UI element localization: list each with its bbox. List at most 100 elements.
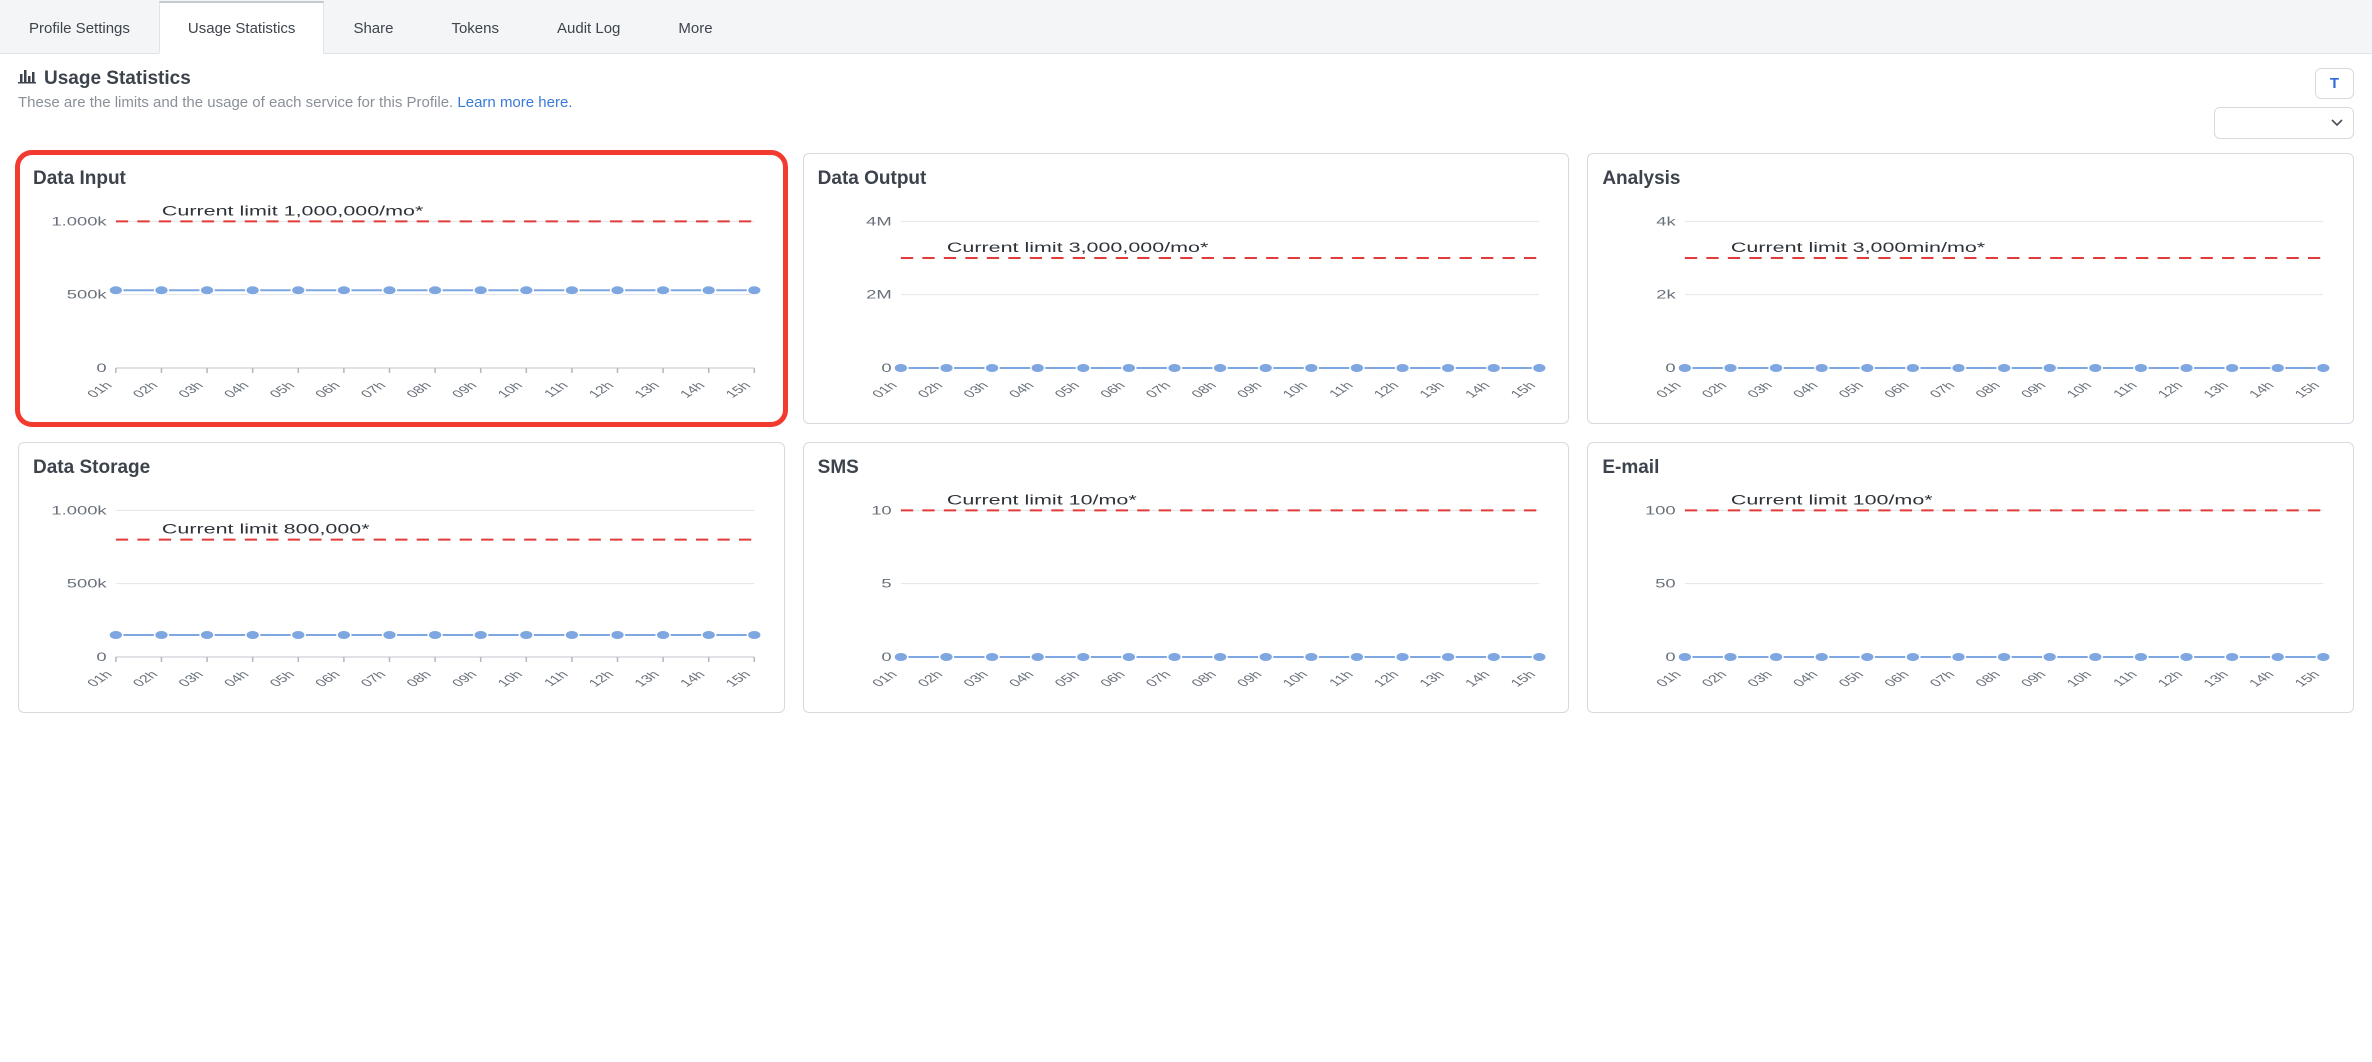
- svg-text:0: 0: [96, 362, 107, 375]
- chart-email: 05010001h02h03h04h05h06h07h08h09h10h11h1…: [1602, 493, 2339, 693]
- svg-text:10: 10: [871, 504, 892, 517]
- card-title: SMS: [818, 457, 1555, 479]
- svg-text:15h: 15h: [1507, 668, 1539, 689]
- svg-text:09h: 09h: [2018, 668, 2050, 689]
- tab-profile-settings[interactable]: Profile Settings: [0, 1, 159, 54]
- svg-text:08h: 08h: [403, 379, 435, 400]
- card-title: E-mail: [1602, 457, 2339, 479]
- tab-tokens[interactable]: Tokens: [422, 1, 528, 54]
- learn-more-link[interactable]: Learn more here.: [457, 94, 572, 111]
- svg-text:100: 100: [1645, 504, 1676, 517]
- range-dropdown[interactable]: [2214, 107, 2354, 139]
- chart-sms: 051001h02h03h04h05h06h07h08h09h10h11h12h…: [818, 493, 1555, 693]
- svg-text:14h: 14h: [677, 668, 709, 689]
- svg-text:13h: 13h: [1416, 668, 1448, 689]
- svg-text:05h: 05h: [266, 668, 298, 689]
- svg-text:12h: 12h: [1370, 668, 1402, 689]
- svg-text:0: 0: [1666, 362, 1677, 375]
- tab-audit-log[interactable]: Audit Log: [528, 1, 649, 54]
- svg-text:04h: 04h: [1790, 379, 1822, 400]
- svg-text:09h: 09h: [449, 668, 481, 689]
- page-subtitle: These are the limits and the usage of ea…: [18, 94, 453, 111]
- svg-text:Current limit 3,000min/mo*: Current limit 3,000min/mo*: [1731, 240, 1985, 255]
- card-sms: SMS051001h02h03h04h05h06h07h08h09h10h11h…: [803, 442, 1570, 713]
- card-title: Analysis: [1602, 168, 2339, 190]
- chart-data_input: 0500k1.000k01h02h03h04h05h06h07h08h09h10…: [33, 204, 770, 404]
- tab-strip: Profile Settings Usage Statistics Share …: [0, 0, 2372, 54]
- svg-text:11h: 11h: [1325, 668, 1356, 688]
- svg-text:09h: 09h: [1233, 379, 1265, 400]
- chart-data_storage: 0500k1.000k01h02h03h04h05h06h07h08h09h10…: [33, 493, 770, 693]
- svg-text:03h: 03h: [175, 668, 207, 689]
- svg-text:05h: 05h: [1051, 668, 1083, 689]
- svg-text:03h: 03h: [960, 668, 992, 689]
- svg-text:5: 5: [881, 578, 891, 591]
- svg-text:Current limit 800,000*: Current limit 800,000*: [162, 521, 370, 536]
- svg-text:04h: 04h: [1790, 668, 1822, 689]
- tab-usage-statistics[interactable]: Usage Statistics: [159, 1, 325, 54]
- svg-text:500k: 500k: [67, 289, 107, 302]
- svg-text:03h: 03h: [960, 379, 992, 400]
- svg-text:10h: 10h: [2064, 668, 2096, 689]
- svg-text:12h: 12h: [585, 379, 617, 400]
- svg-text:02h: 02h: [129, 379, 161, 400]
- svg-text:15h: 15h: [722, 668, 754, 689]
- svg-text:04h: 04h: [221, 668, 253, 689]
- svg-text:06h: 06h: [1096, 379, 1128, 400]
- svg-text:07h: 07h: [1142, 668, 1174, 689]
- svg-text:08h: 08h: [1188, 379, 1220, 400]
- tab-share[interactable]: Share: [324, 1, 422, 54]
- svg-text:15h: 15h: [2292, 379, 2324, 400]
- svg-text:06h: 06h: [1881, 379, 1913, 400]
- svg-text:04h: 04h: [1005, 379, 1037, 400]
- svg-text:01h: 01h: [84, 379, 116, 400]
- profile-badge-button[interactable]: T: [2315, 68, 2354, 99]
- svg-text:10h: 10h: [2064, 379, 2096, 400]
- svg-text:08h: 08h: [403, 668, 435, 689]
- svg-text:14h: 14h: [1461, 668, 1493, 689]
- svg-text:02h: 02h: [914, 668, 946, 689]
- svg-text:11h: 11h: [541, 379, 572, 399]
- svg-text:15h: 15h: [1507, 379, 1539, 400]
- chart-data_output: 02M4M01h02h03h04h05h06h07h08h09h10h11h12…: [818, 204, 1555, 404]
- svg-text:11h: 11h: [1325, 379, 1356, 399]
- charts-grid: Data Input0500k1.000k01h02h03h04h05h06h0…: [18, 153, 2354, 713]
- svg-text:09h: 09h: [449, 379, 481, 400]
- svg-text:0: 0: [1666, 651, 1677, 664]
- svg-text:07h: 07h: [1142, 379, 1174, 400]
- svg-text:07h: 07h: [1927, 379, 1959, 400]
- card-data_output: Data Output02M4M01h02h03h04h05h06h07h08h…: [803, 153, 1570, 424]
- card-data_storage: Data Storage0500k1.000k01h02h03h04h05h06…: [18, 442, 785, 713]
- card-email: E-mail05010001h02h03h04h05h06h07h08h09h1…: [1587, 442, 2354, 713]
- svg-text:Current limit 10/mo*: Current limit 10/mo*: [947, 493, 1137, 507]
- chart-analysis: 02k4k01h02h03h04h05h06h07h08h09h10h11h12…: [1602, 204, 2339, 404]
- card-analysis: Analysis02k4k01h02h03h04h05h06h07h08h09h…: [1587, 153, 2354, 424]
- svg-text:4M: 4M: [866, 215, 892, 228]
- card-data_input: Data Input0500k1.000k01h02h03h04h05h06h0…: [18, 153, 785, 424]
- svg-text:10h: 10h: [494, 668, 526, 689]
- svg-text:Current limit 100/mo*: Current limit 100/mo*: [1731, 493, 1933, 507]
- svg-text:12h: 12h: [1370, 379, 1402, 400]
- svg-text:07h: 07h: [357, 379, 389, 400]
- svg-text:04h: 04h: [1005, 668, 1037, 689]
- svg-text:01h: 01h: [84, 668, 116, 689]
- svg-text:08h: 08h: [1972, 379, 2004, 400]
- svg-text:10h: 10h: [1279, 668, 1311, 689]
- page-title: Usage Statistics: [44, 68, 191, 90]
- svg-text:500k: 500k: [67, 578, 107, 591]
- svg-text:06h: 06h: [312, 668, 344, 689]
- svg-text:15h: 15h: [2292, 668, 2324, 689]
- svg-text:02h: 02h: [914, 379, 946, 400]
- caret-down-icon: [2331, 114, 2343, 132]
- svg-text:03h: 03h: [175, 379, 207, 400]
- svg-text:01h: 01h: [868, 668, 900, 689]
- svg-text:06h: 06h: [1881, 668, 1913, 689]
- svg-text:13h: 13h: [631, 379, 663, 400]
- svg-text:15h: 15h: [722, 379, 754, 400]
- svg-text:12h: 12h: [2155, 379, 2187, 400]
- tab-more[interactable]: More: [649, 1, 741, 54]
- svg-text:Current limit 1,000,000/mo*: Current limit 1,000,000/mo*: [162, 204, 423, 218]
- svg-text:13h: 13h: [631, 668, 663, 689]
- svg-text:14h: 14h: [2246, 668, 2278, 689]
- svg-text:14h: 14h: [1461, 379, 1493, 400]
